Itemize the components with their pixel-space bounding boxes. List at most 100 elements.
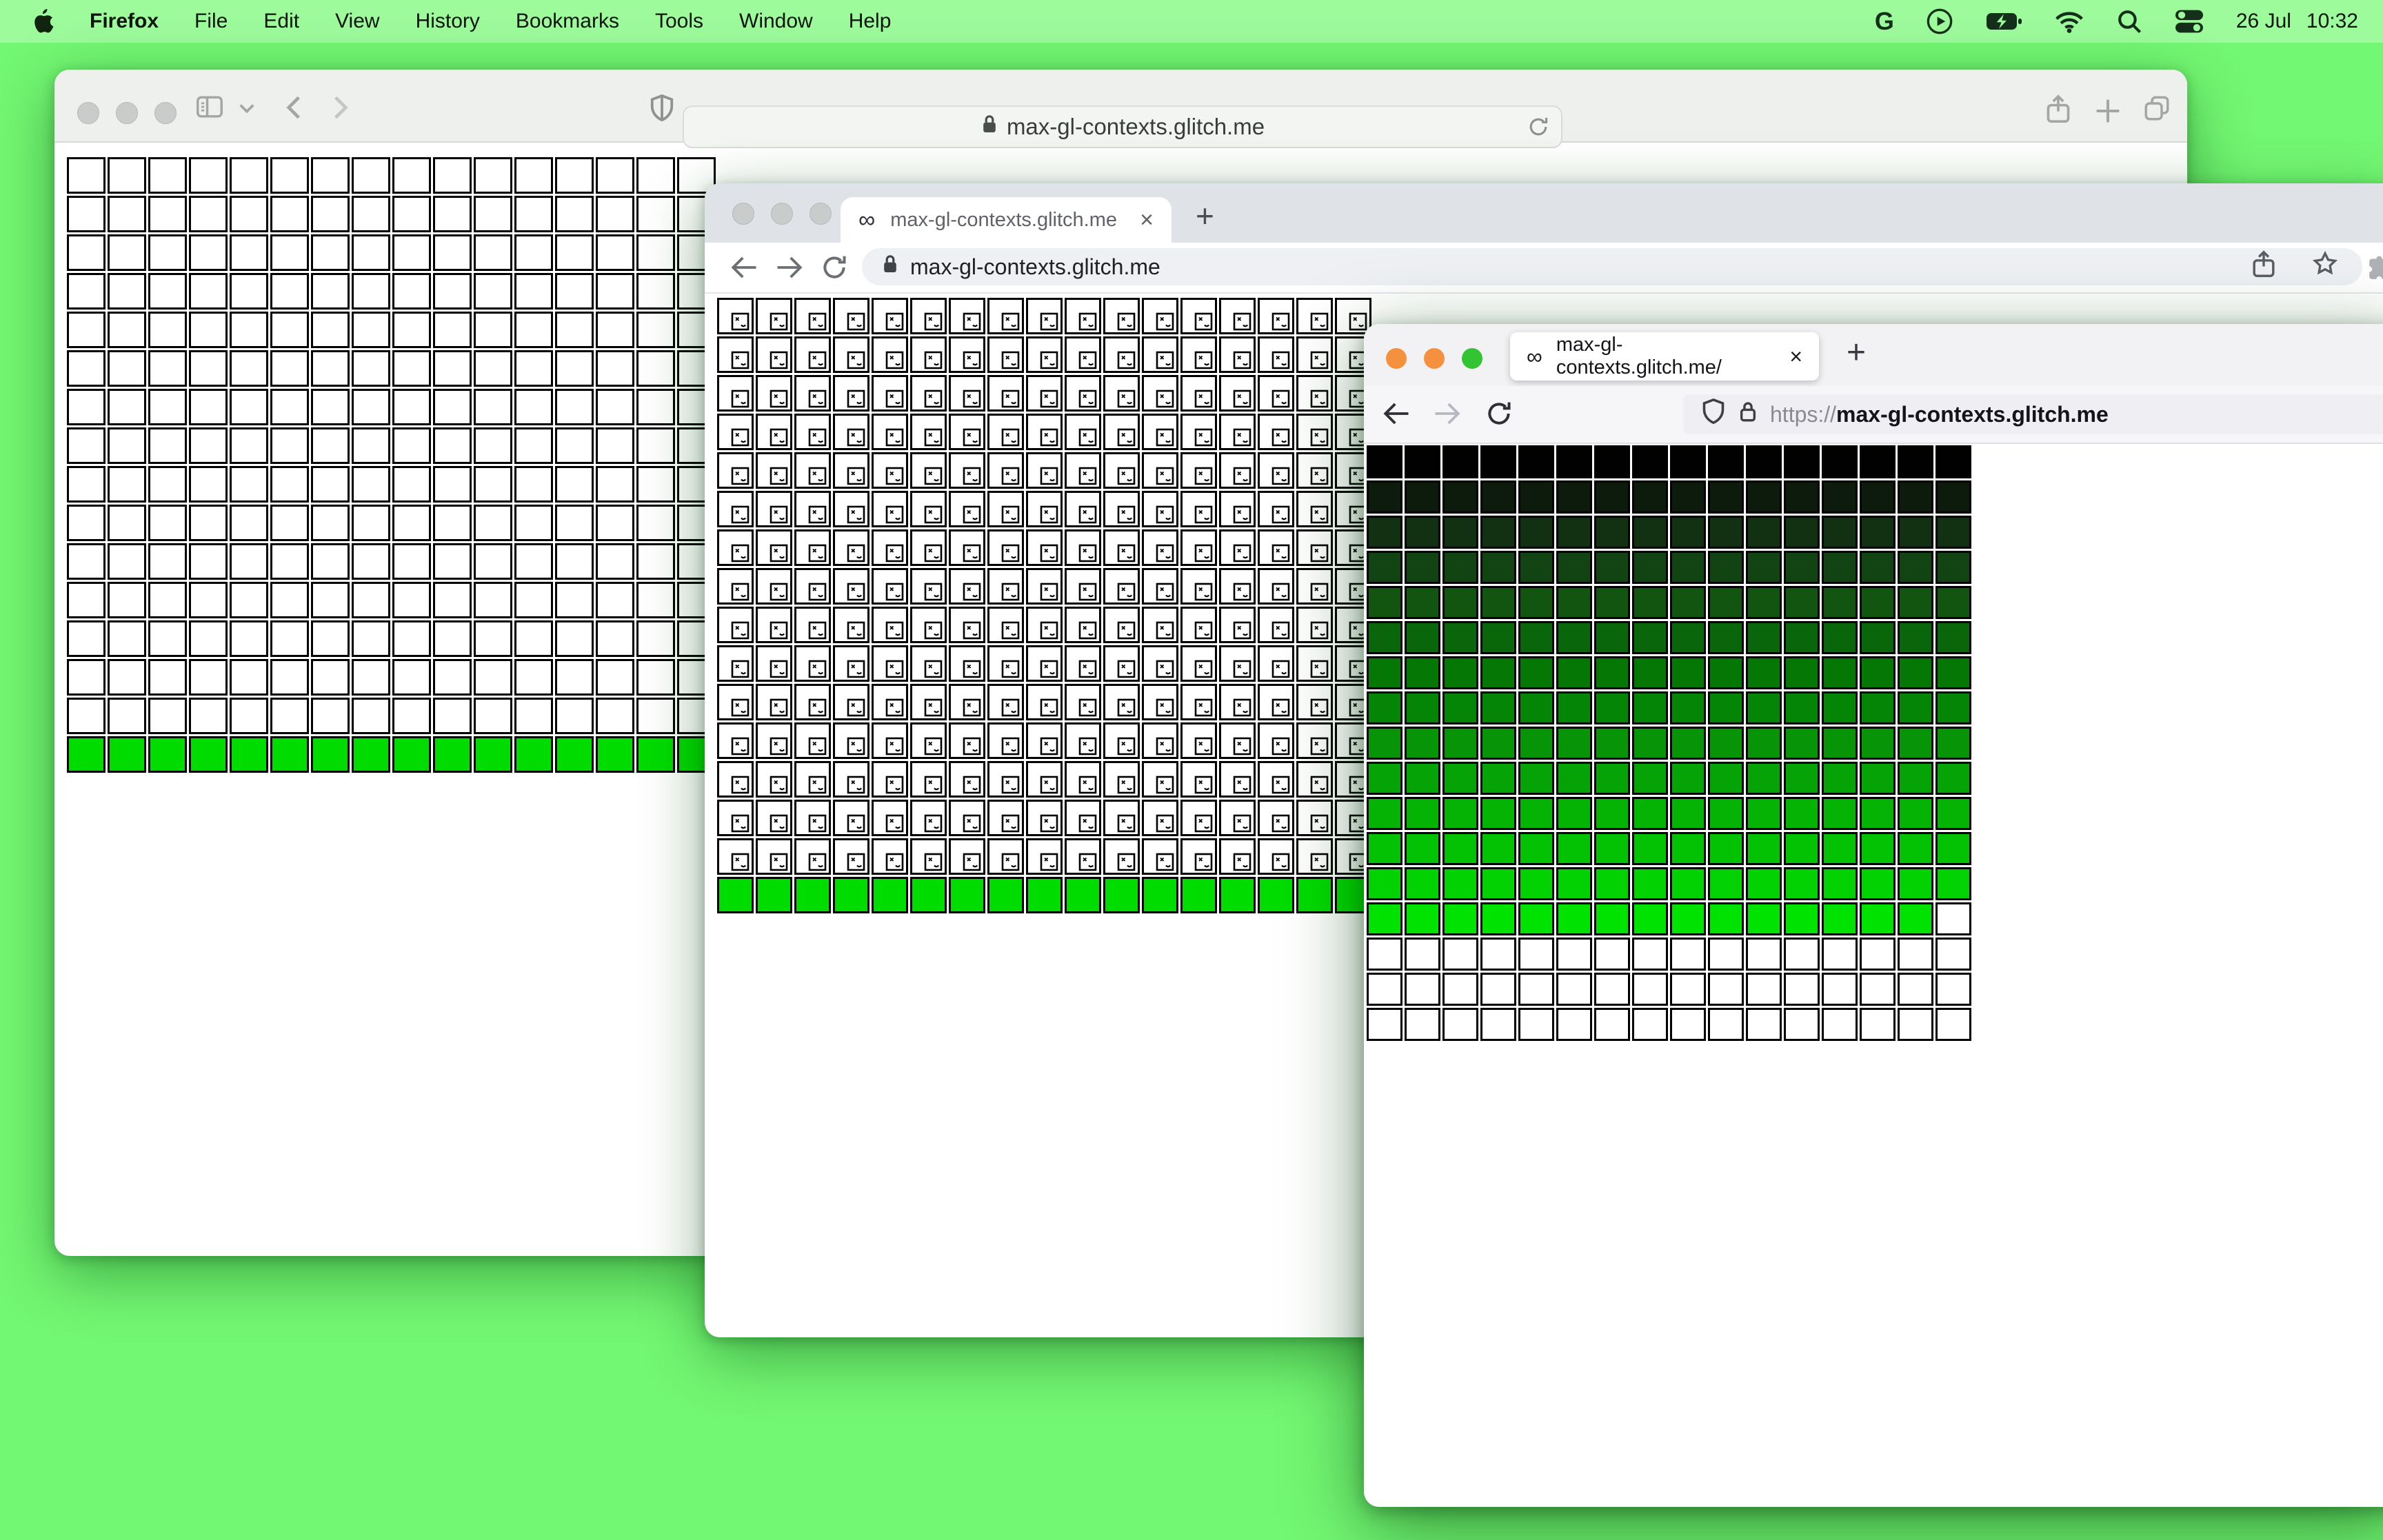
- webgl-canvas-cell: [148, 505, 187, 541]
- zoom-button[interactable]: [810, 203, 832, 225]
- webgl-canvas-cell: [148, 659, 187, 696]
- chrome-address-bar[interactable]: max-gl-contexts.glitch.me: [862, 248, 2362, 285]
- webgl-canvas-cell: [474, 157, 512, 194]
- close-button[interactable]: [77, 102, 99, 124]
- webgl-canvas-cell: [756, 800, 792, 836]
- firefox-active-tab[interactable]: ∞ max-gl-contexts.glitch.me/ ×: [1510, 332, 1819, 381]
- webgl-canvas-cell: [1518, 516, 1554, 549]
- webgl-canvas-cell: [270, 543, 309, 580]
- sidebar-icon[interactable]: [195, 94, 224, 123]
- minimize-button[interactable]: [1424, 348, 1445, 369]
- minimize-button[interactable]: [116, 102, 138, 124]
- webgl-canvas-cell: [230, 312, 268, 348]
- apple-menu-icon[interactable]: [30, 8, 54, 35]
- menu-item-window[interactable]: Window: [739, 10, 813, 33]
- tab-close-icon[interactable]: ×: [1140, 207, 1154, 234]
- safari-webgl-grid: [67, 157, 716, 773]
- webgl-canvas-cell: [1746, 480, 1782, 514]
- webgl-canvas-cell: [1594, 586, 1630, 619]
- webgl-canvas-cell: [833, 452, 869, 489]
- share-icon[interactable]: [2044, 94, 2072, 128]
- menubar-clock[interactable]: 26 Jul 10:32: [2236, 10, 2358, 33]
- webgl-canvas-cell: [1367, 621, 1402, 654]
- webgl-canvas-cell: [352, 427, 390, 464]
- menu-item-view[interactable]: View: [335, 10, 379, 33]
- minimize-button[interactable]: [771, 203, 793, 225]
- webgl-canvas-cell: [1746, 586, 1782, 619]
- chevron-down-icon[interactable]: [238, 102, 256, 119]
- webgl-canvas-cell: [1442, 973, 1478, 1006]
- webgl-canvas-cell: [636, 582, 675, 618]
- menu-item-tools[interactable]: Tools: [655, 10, 703, 33]
- google-icon[interactable]: G: [1875, 9, 1894, 34]
- menu-item-help[interactable]: Help: [849, 10, 892, 33]
- back-button[interactable]: [730, 254, 758, 285]
- share-icon[interactable]: [2251, 250, 2277, 284]
- webgl-canvas-cell: [949, 722, 985, 759]
- webgl-canvas-cell: [872, 722, 908, 759]
- webgl-canvas-cell: [987, 529, 1024, 566]
- reload-button[interactable]: [1485, 400, 1513, 431]
- new-tab-icon[interactable]: [2094, 97, 2122, 128]
- webgl-canvas-cell: [717, 529, 754, 566]
- tab-overview-icon[interactable]: [2142, 94, 2171, 126]
- new-tab-button[interactable]: +: [1196, 197, 1214, 234]
- close-button[interactable]: [732, 203, 754, 225]
- webgl-canvas-cell: [514, 736, 553, 773]
- reload-icon[interactable]: [1527, 114, 1550, 145]
- safari-url-field[interactable]: max-gl-contexts.glitch.me: [683, 105, 1562, 148]
- webgl-canvas-cell: [872, 452, 908, 489]
- webgl-canvas-cell: [910, 529, 947, 566]
- back-button[interactable]: [282, 94, 305, 125]
- webgl-canvas-cell: [148, 234, 187, 271]
- webgl-canvas-cell: [1898, 586, 1933, 619]
- webgl-canvas-cell: [910, 375, 947, 412]
- new-tab-button[interactable]: +: [1847, 334, 1866, 372]
- close-button[interactable]: [1386, 348, 1407, 369]
- forward-button[interactable]: [775, 254, 804, 285]
- webgl-canvas-cell: [189, 157, 228, 194]
- zoom-button[interactable]: [1462, 348, 1482, 369]
- webgl-canvas-cell: [794, 684, 831, 720]
- webgl-canvas-cell: [872, 491, 908, 527]
- menu-item-file[interactable]: File: [194, 10, 228, 33]
- chrome-active-tab[interactable]: ∞ max-gl-contexts.glitch.me ×: [841, 197, 1172, 243]
- webgl-canvas-cell: [1935, 656, 1971, 689]
- webgl-canvas-cell: [1180, 722, 1217, 759]
- webgl-canvas-cell: [392, 350, 431, 387]
- webgl-canvas-cell: [311, 234, 350, 271]
- control-center-icon[interactable]: [2174, 8, 2204, 35]
- webgl-canvas-cell: [230, 466, 268, 503]
- webgl-canvas-cell: [1822, 762, 1858, 795]
- shield-icon[interactable]: [649, 94, 675, 126]
- menu-bar: Firefox File Edit View History Bookmarks…: [0, 0, 2383, 43]
- webgl-canvas-cell: [555, 543, 594, 580]
- webgl-canvas-cell: [794, 529, 831, 566]
- forward-button[interactable]: [1433, 400, 1462, 431]
- webgl-canvas-cell: [108, 698, 146, 734]
- webgl-canvas-cell: [1784, 1008, 1820, 1041]
- webgl-canvas-cell: [1103, 375, 1140, 412]
- wifi-icon[interactable]: [2054, 8, 2084, 35]
- menubar-app-name[interactable]: Firefox: [90, 10, 159, 33]
- reload-button[interactable]: [821, 254, 848, 285]
- webgl-canvas-cell: [910, 645, 947, 682]
- firefox-address-bar[interactable]: https://max-gl-contexts.glitch.me: [1683, 394, 2383, 434]
- battery-charging-icon[interactable]: [1985, 8, 2022, 35]
- back-button[interactable]: [1382, 400, 1411, 431]
- forward-button[interactable]: [329, 94, 352, 125]
- menu-item-bookmarks[interactable]: Bookmarks: [516, 10, 619, 33]
- webgl-canvas-cell: [596, 389, 634, 425]
- play-icon[interactable]: [1926, 8, 1953, 35]
- webgl-canvas-cell: [474, 582, 512, 618]
- webgl-canvas-cell: [1480, 797, 1516, 830]
- tab-close-icon[interactable]: ×: [1789, 344, 1802, 369]
- zoom-button[interactable]: [154, 102, 177, 124]
- search-icon[interactable]: [2116, 8, 2142, 35]
- menu-item-history[interactable]: History: [416, 10, 480, 33]
- bookmark-star-icon[interactable]: [2311, 250, 2339, 284]
- menu-item-edit[interactable]: Edit: [263, 10, 299, 33]
- extensions-puzzle-icon[interactable]: [2365, 255, 2383, 289]
- webgl-canvas-cell: [987, 568, 1024, 605]
- webgl-canvas-cell: [1405, 797, 1440, 830]
